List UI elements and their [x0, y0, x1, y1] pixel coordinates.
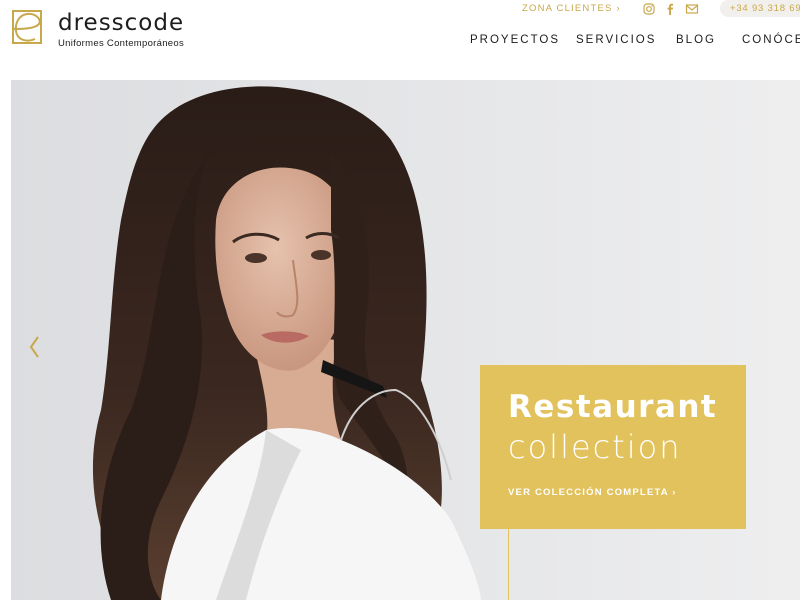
brand-name[interactable]: dresscode — [58, 8, 184, 38]
promo-title: Restaurant — [508, 389, 718, 425]
phone-number[interactable]: +34 93 318 69 — [720, 0, 800, 17]
promo-subtitle: collection — [508, 428, 682, 466]
client-area-link[interactable]: ZONA CLIENTES › — [522, 3, 621, 15]
instagram-icon[interactable] — [642, 2, 656, 16]
chevron-left-icon[interactable] — [26, 334, 42, 360]
facebook-icon[interactable] — [663, 2, 677, 16]
collection-promo: Restaurant collection VER COLECCIÓN COMP… — [480, 365, 746, 529]
nav-item-proyectos[interactable]: PROYECTOS — [470, 33, 560, 47]
nav-item-conocenos[interactable]: CONÓCE — [742, 33, 800, 47]
divider-line — [508, 529, 509, 600]
nav-item-blog[interactable]: BLOG — [676, 33, 716, 47]
logo-icon[interactable] — [11, 9, 43, 45]
mail-icon[interactable] — [685, 2, 699, 16]
view-collection-link[interactable]: VER COLECCIÓN COMPLETA › — [508, 487, 677, 499]
nav-item-servicios[interactable]: SERVICIOS — [576, 33, 656, 47]
brand-tagline: Uniformes Contemporáneos — [58, 38, 185, 49]
